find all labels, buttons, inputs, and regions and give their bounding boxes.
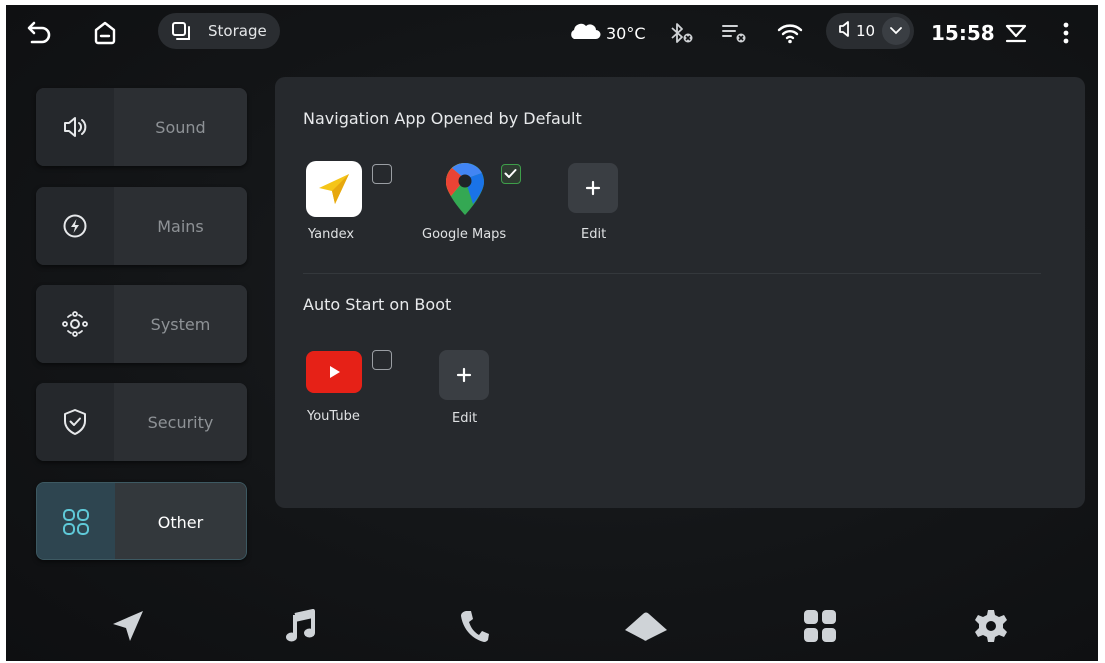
notification-drawer-icon[interactable] (1004, 5, 1028, 61)
app-youtube[interactable]: YouTube (306, 351, 426, 441)
app-label: YouTube (307, 409, 360, 424)
apps-icon[interactable] (797, 603, 843, 649)
sidebar-item-other[interactable]: Other (36, 482, 247, 560)
add-nav-app-button[interactable] (568, 163, 618, 213)
edit-label: Edit (581, 227, 607, 242)
temperature-text: 30°C (606, 23, 646, 43)
speaker-icon (36, 88, 114, 166)
chevron-down-icon[interactable] (882, 17, 910, 45)
youtube-checkbox[interactable] (372, 350, 392, 370)
grid-icon (37, 483, 115, 559)
sidebar-item-label: System (114, 285, 247, 363)
add-boot-app-button[interactable] (439, 350, 489, 400)
volume-control[interactable]: 10 (826, 13, 914, 49)
screen: Storage 30°C 10 15:58 Sound Mains System… (6, 5, 1098, 661)
storage-button[interactable]: Storage (158, 13, 280, 49)
weather-widget[interactable]: 30°C (568, 5, 646, 61)
navigation-icon[interactable] (105, 603, 151, 649)
plus-icon (456, 367, 472, 383)
bluetooth-off-icon[interactable] (668, 5, 694, 61)
settings-panel: Navigation App Opened by Default Yandex (275, 77, 1085, 508)
app-label: Yandex (308, 227, 355, 242)
sidebar-item-label: Other (115, 483, 246, 559)
sidebar-item-label: Mains (114, 187, 247, 265)
app-google-maps[interactable]: Google Maps (422, 161, 555, 251)
wifi-icon[interactable] (776, 5, 804, 61)
shield-icon (36, 383, 114, 461)
volume-value: 10 (856, 22, 876, 40)
app-yandex[interactable]: Yandex (306, 161, 426, 251)
plus-icon (585, 180, 601, 196)
car-icon[interactable] (623, 603, 669, 649)
sidebar-item-security[interactable]: Security (36, 383, 247, 461)
more-vertical-icon[interactable] (1062, 5, 1070, 61)
nav-section-title: Navigation App Opened by Default (303, 109, 582, 128)
speaker-small-icon (838, 21, 852, 41)
storage-icon (170, 20, 192, 42)
settings-icon[interactable] (968, 603, 1014, 649)
playlist-off-icon[interactable] (720, 5, 748, 61)
sidebar-item-sound[interactable]: Sound (36, 88, 247, 166)
status-bar: Storage 30°C 10 15:58 (6, 5, 1098, 61)
back-arrow-icon[interactable] (26, 5, 52, 61)
bottom-dock (6, 583, 1098, 661)
google-maps-checkbox[interactable] (501, 164, 521, 184)
sidebar-item-label: Security (114, 383, 247, 461)
music-icon[interactable] (278, 603, 324, 649)
yandex-checkbox[interactable] (372, 164, 392, 184)
cloud-icon (568, 22, 602, 44)
lightning-icon (36, 187, 114, 265)
section-divider (303, 273, 1041, 274)
boot-section-title: Auto Start on Boot (303, 295, 452, 314)
sidebar-item-mains[interactable]: Mains (36, 187, 247, 265)
edit-label: Edit (452, 411, 478, 426)
storage-label: Storage (208, 22, 267, 40)
phone-icon[interactable] (452, 603, 498, 649)
sidebar-item-system[interactable]: System (36, 285, 247, 363)
sidebar-item-label: Sound (114, 88, 247, 166)
system-icon (36, 285, 114, 363)
yandex-navigator-icon (306, 161, 362, 217)
google-maps-icon (437, 161, 493, 217)
clock-text: 15:58 (931, 21, 995, 45)
clock: 15:58 (931, 5, 995, 61)
youtube-icon (306, 351, 362, 393)
home-icon[interactable] (92, 5, 118, 61)
app-label: Google Maps (422, 227, 507, 242)
